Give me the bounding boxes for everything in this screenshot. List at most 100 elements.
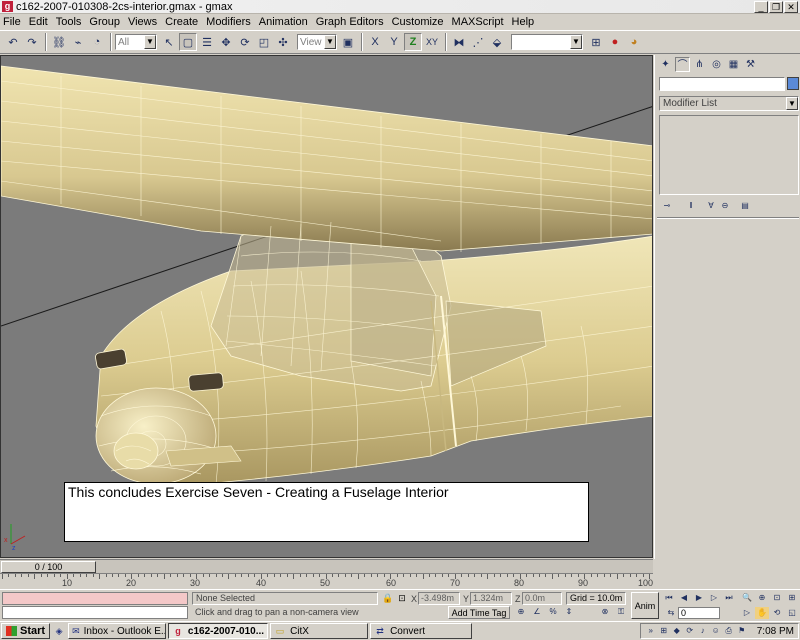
menu-edit[interactable]: Edit bbox=[25, 16, 52, 28]
selection-filter-dropdown[interactable]: All ▼ bbox=[115, 34, 157, 50]
maxscript-listener-output[interactable] bbox=[2, 592, 188, 605]
time-slider-thumb[interactable]: 0 / 100 bbox=[1, 561, 96, 573]
time-slider[interactable]: 0 / 100 bbox=[0, 559, 653, 573]
set-key-icon[interactable]: ⚿ bbox=[614, 606, 628, 618]
select-rotate-icon[interactable]: ⟳ bbox=[236, 33, 254, 51]
zoom-icon[interactable]: 🔍 bbox=[740, 592, 754, 604]
create-tab-icon[interactable]: ✦ bbox=[658, 57, 673, 72]
task-outlook[interactable]: ✉ Inbox - Outlook E... bbox=[68, 623, 167, 639]
object-name-input[interactable] bbox=[659, 77, 785, 91]
select-object-icon[interactable]: ↖ bbox=[160, 33, 178, 51]
restrict-y-icon[interactable]: Y bbox=[385, 33, 403, 51]
network-icon[interactable]: ⊞ bbox=[658, 625, 670, 637]
x-coordinate-field[interactable]: -3.498m bbox=[418, 592, 460, 605]
shield-icon[interactable]: ◆ bbox=[671, 625, 683, 637]
bind-space-warp-icon[interactable]: ◔ bbox=[88, 33, 106, 51]
object-color-swatch[interactable] bbox=[787, 77, 799, 90]
restrict-x-icon[interactable]: X bbox=[366, 33, 384, 51]
menu-group[interactable]: Group bbox=[85, 16, 124, 28]
track-bar[interactable]: 10 20 30 40 50 60 70 80 90 100 bbox=[0, 573, 653, 589]
select-scale-icon[interactable]: ◰ bbox=[255, 33, 273, 51]
task-gmax[interactable]: g c162-2007-010... bbox=[168, 623, 269, 639]
make-unique-icon[interactable]: ∀ bbox=[705, 200, 717, 212]
hierarchy-tab-icon[interactable]: ⋔ bbox=[692, 57, 707, 72]
menu-tools[interactable]: Tools bbox=[52, 16, 86, 28]
pivot-center-icon[interactable]: ▣ bbox=[339, 33, 357, 51]
quick-launch-icon[interactable]: ◈ bbox=[52, 624, 66, 638]
pan-icon[interactable]: ✋ bbox=[755, 607, 769, 619]
lock-selection-icon[interactable]: 🔒 bbox=[382, 592, 394, 605]
go-to-end-icon[interactable]: ⏭ bbox=[722, 592, 736, 604]
current-frame-field[interactable]: 0 bbox=[678, 607, 720, 619]
manipulate-icon[interactable]: ✣ bbox=[274, 33, 292, 51]
pin-stack-icon[interactable]: ⊸ bbox=[661, 200, 673, 212]
modifier-stack[interactable] bbox=[659, 115, 799, 195]
spinner-snap-icon[interactable]: ⇕ bbox=[562, 606, 576, 618]
previous-frame-icon[interactable]: ◀ bbox=[677, 592, 691, 604]
tray-expand-icon[interactable]: » bbox=[645, 625, 657, 637]
configure-sets-icon[interactable]: ▤ bbox=[739, 200, 751, 212]
snap-toggle-icon[interactable]: ⊕ bbox=[514, 606, 528, 618]
select-region-icon[interactable]: ▢ bbox=[179, 33, 197, 51]
field-of-view-icon[interactable]: ▷ bbox=[740, 607, 754, 619]
menu-create[interactable]: Create bbox=[161, 16, 202, 28]
utilities-tab-icon[interactable]: ⚒ bbox=[743, 57, 758, 72]
show-end-result-icon[interactable]: ‖ bbox=[685, 200, 697, 212]
sync-icon[interactable]: ⟳ bbox=[684, 625, 696, 637]
maximize-button[interactable]: ❐ bbox=[769, 0, 783, 13]
arc-rotate-icon[interactable]: ⟲ bbox=[770, 607, 784, 619]
maxscript-listener-input[interactable] bbox=[2, 606, 188, 619]
go-to-start-icon[interactable]: ⏮ bbox=[662, 592, 676, 604]
messenger-icon[interactable]: ☺ bbox=[710, 625, 722, 637]
play-icon[interactable]: ▶ bbox=[692, 592, 706, 604]
maximize-viewport-icon[interactable]: ◱ bbox=[785, 607, 799, 619]
mirror-icon[interactable]: ⧓ bbox=[450, 33, 468, 51]
remove-modifier-icon[interactable]: ⊖ bbox=[719, 200, 731, 212]
display-tab-icon[interactable]: ▦ bbox=[726, 57, 741, 72]
menu-customize[interactable]: Customize bbox=[388, 16, 448, 28]
restrict-z-button[interactable]: Z bbox=[404, 33, 422, 51]
printer-icon[interactable]: ⎙ bbox=[723, 625, 735, 637]
unlink-icon[interactable]: ⌁ bbox=[69, 33, 87, 51]
task-citx[interactable]: ▭ CitX bbox=[270, 623, 369, 639]
task-convert[interactable]: ⇄ Convert bbox=[370, 623, 473, 639]
material-editor-icon[interactable]: ⊞ bbox=[587, 33, 605, 51]
zoom-extents-icon[interactable]: ⊡ bbox=[770, 592, 784, 604]
modifier-list-dropdown[interactable]: Modifier List ▼ bbox=[659, 96, 799, 111]
key-mode-icon[interactable]: ⊗ bbox=[598, 606, 612, 618]
animate-button[interactable]: Anim bbox=[631, 592, 659, 619]
menu-graph-editors[interactable]: Graph Editors bbox=[312, 16, 388, 28]
select-link-icon[interactable]: ⛓ bbox=[50, 33, 68, 51]
align-icon[interactable]: ⬙ bbox=[488, 33, 506, 51]
menu-views[interactable]: Views bbox=[124, 16, 161, 28]
undo-icon[interactable]: ↶ bbox=[4, 33, 22, 51]
menu-animation[interactable]: Animation bbox=[255, 16, 312, 28]
reference-coord-dropdown[interactable]: View ▼ bbox=[297, 34, 337, 50]
next-frame-icon[interactable]: ▷ bbox=[707, 592, 721, 604]
z-coordinate-field[interactable]: 0.0m bbox=[522, 592, 562, 605]
motion-tab-icon[interactable]: ◎ bbox=[709, 57, 724, 72]
select-move-icon[interactable]: ✥ bbox=[217, 33, 235, 51]
minimize-button[interactable]: _ bbox=[754, 0, 768, 13]
angle-snap-icon[interactable]: ∠ bbox=[530, 606, 544, 618]
named-selection-dropdown[interactable]: ▼ bbox=[511, 34, 583, 50]
redo-icon[interactable]: ↷ bbox=[23, 33, 41, 51]
quick-render-icon[interactable]: ◕ bbox=[625, 33, 643, 51]
y-coordinate-field[interactable]: 1.324m bbox=[470, 592, 512, 605]
close-button[interactable]: ✕ bbox=[784, 0, 798, 13]
menu-help[interactable]: Help bbox=[508, 16, 539, 28]
security-icon[interactable]: ⚑ bbox=[736, 625, 748, 637]
modify-tab-icon[interactable]: ⌒ bbox=[675, 56, 690, 72]
menu-file[interactable]: File bbox=[0, 16, 25, 28]
start-button[interactable]: Start bbox=[1, 623, 51, 639]
render-scene-icon[interactable]: ● bbox=[606, 33, 624, 51]
key-mode-toggle-icon[interactable]: ⇆ bbox=[664, 607, 678, 619]
menu-modifiers[interactable]: Modifiers bbox=[202, 16, 255, 28]
zoom-extents-all-icon[interactable]: ⊞ bbox=[785, 592, 799, 604]
zoom-all-icon[interactable]: ⊕ bbox=[755, 592, 769, 604]
array-icon[interactable]: ⋰ bbox=[469, 33, 487, 51]
select-by-name-icon[interactable]: ☰ bbox=[198, 33, 216, 51]
percent-snap-icon[interactable]: % bbox=[546, 606, 560, 618]
restrict-xy-button[interactable]: XY bbox=[423, 33, 441, 51]
menu-maxscript[interactable]: MAXScript bbox=[448, 16, 508, 28]
